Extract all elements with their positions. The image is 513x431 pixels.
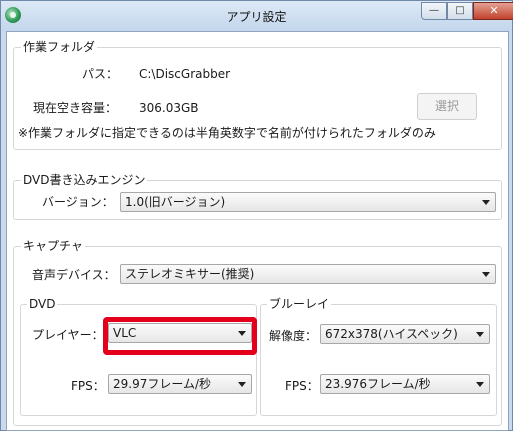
capture-legend: キャプチャ [21, 239, 85, 253]
dvd-fps-select[interactable]: 29.97フレーム/秒 [108, 374, 252, 394]
minimize-button[interactable]: — [421, 2, 447, 20]
bluray-fps-label: FPS： [285, 379, 319, 393]
version-select[interactable]: 1.0(旧バージョン) [120, 192, 496, 212]
dvd-engine-legend: DVD書き込みエンジン [21, 173, 148, 187]
settings-window: アプリ設定 — □ ✕ 作業フォルダ パス： C:\DiscGrabber 現在… [0, 0, 513, 431]
resolution-label: 解像度： [269, 329, 318, 343]
chevron-down-icon [238, 382, 246, 387]
audio-device-label: 音声デバイス： [32, 268, 116, 282]
audio-device-value: ステレオミキサー(推奨) [125, 267, 255, 281]
player-select-highlight [103, 317, 257, 355]
path-label: パス： [82, 67, 119, 81]
free-space-value: 306.03GB [139, 101, 199, 115]
work-folder-legend: 作業フォルダ [21, 40, 98, 54]
path-value: C:\DiscGrabber [139, 67, 231, 81]
settings-panel: 作業フォルダ パス： C:\DiscGrabber 現在空き容量： 306.03… [6, 31, 509, 431]
bluray-capture-legend: ブルーレイ [267, 297, 332, 311]
audio-device-select[interactable]: ステレオミキサー(推奨) [120, 264, 496, 284]
maximize-button[interactable]: □ [447, 2, 473, 20]
chevron-down-icon [476, 382, 484, 387]
select-folder-button[interactable]: 選択 [417, 93, 477, 120]
chevron-down-icon [476, 332, 484, 337]
player-label: プレイヤー： [32, 328, 104, 342]
bluray-fps-value: 23.976フレーム/秒 [325, 377, 431, 391]
resolution-select-value: 672x378(ハイスペック) [325, 327, 458, 341]
bluray-fps-select[interactable]: 23.976フレーム/秒 [320, 374, 490, 394]
free-space-label: 現在空き容量： [33, 101, 118, 115]
version-label: バージョン： [42, 195, 114, 209]
title-bar[interactable]: アプリ設定 — □ ✕ [1, 1, 513, 31]
dvd-fps-label: FPS： [71, 379, 105, 393]
bluray-capture-group: ブルーレイ [260, 297, 497, 416]
version-select-value: 1.0(旧バージョン) [125, 195, 226, 209]
close-button[interactable]: ✕ [473, 2, 513, 20]
chevron-down-icon [482, 272, 490, 277]
dvd-fps-value: 29.97フレーム/秒 [113, 377, 212, 391]
folder-note: ※作業フォルダに指定できるのは半角英数字で名前が付けられたフォルダのみ [18, 126, 436, 140]
chevron-down-icon [482, 200, 490, 205]
dvd-capture-legend: DVD [27, 297, 58, 311]
resolution-select[interactable]: 672x378(ハイスペック) [320, 324, 490, 344]
